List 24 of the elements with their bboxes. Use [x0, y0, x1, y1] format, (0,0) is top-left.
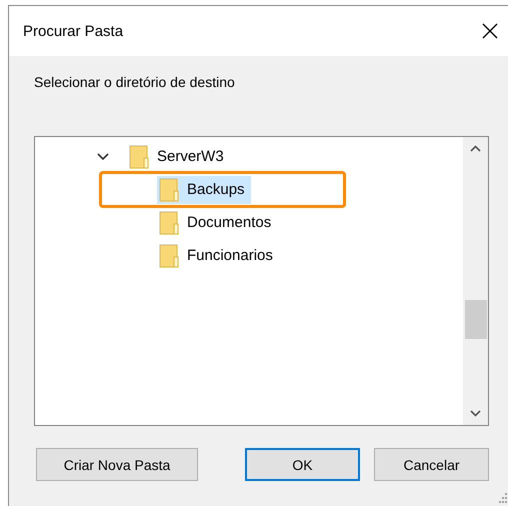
- folder-icon: [159, 244, 179, 268]
- dialog-button[interactable]: Cancelar: [374, 448, 489, 481]
- folder-label: Backups: [187, 181, 245, 198]
- folder-label: Documentos: [187, 214, 272, 231]
- folder-item[interactable]: ServerW3: [127, 142, 230, 170]
- folder-item[interactable]: Backups: [157, 176, 251, 204]
- folder-label: ServerW3: [157, 148, 224, 165]
- folder-item[interactable]: Documentos: [157, 208, 278, 236]
- expand-toggle-icon[interactable]: [97, 152, 109, 160]
- folder-icon: [159, 178, 179, 202]
- resize-grip-icon[interactable]: [496, 492, 508, 504]
- dialog-button[interactable]: Criar Nova Pasta: [36, 448, 198, 481]
- folder-icon: [159, 210, 179, 234]
- dialog-button[interactable]: OK: [245, 448, 360, 481]
- folder-label: Funcionarios: [187, 247, 273, 264]
- window-title: Procurar Pasta: [23, 22, 124, 40]
- scroll-thumb[interactable]: [465, 300, 487, 339]
- folder-icon: [129, 144, 149, 168]
- close-icon[interactable]: [482, 23, 498, 39]
- scroll-up-icon[interactable]: [470, 145, 481, 152]
- folder-item[interactable]: Funcionarios: [157, 242, 279, 270]
- prompt-text: Selecionar o diretório de destino: [34, 74, 235, 90]
- scroll-down-icon[interactable]: [470, 410, 481, 417]
- scrollbar[interactable]: [463, 137, 488, 425]
